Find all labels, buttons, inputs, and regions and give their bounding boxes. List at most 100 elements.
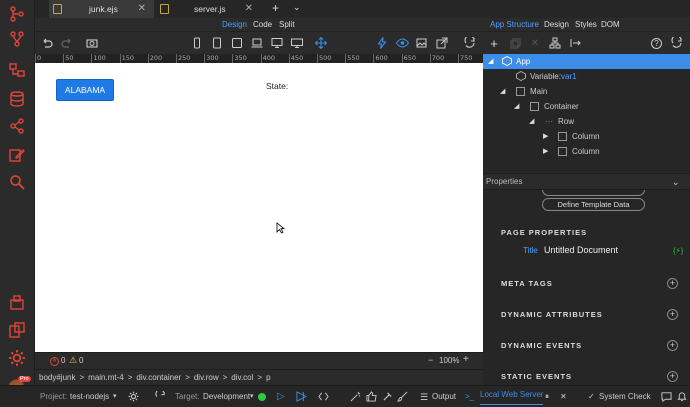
lightning-icon[interactable] <box>375 36 389 50</box>
git-icon[interactable] <box>7 29 27 49</box>
collapse-icon[interactable]: ◢ <box>488 54 493 69</box>
publish-icon[interactable] <box>155 386 166 402</box>
tab-junk-ejs[interactable]: junk.ejs ✕ <box>49 0 154 18</box>
run-icon[interactable]: ▷ <box>277 386 285 407</box>
breadcrumb-item-col[interactable]: div.col <box>231 373 253 382</box>
output-menu-icon[interactable]: ☰ <box>420 386 428 407</box>
preview-eye-icon[interactable] <box>395 36 409 50</box>
dynamic-events-heading[interactable]: DYNAMIC EVENTS <box>501 341 582 350</box>
expand-icon[interactable]: ▶ <box>543 144 548 159</box>
settings-icon[interactable] <box>7 348 27 368</box>
collapse-icon[interactable]: ◢ <box>529 114 534 129</box>
database-icon[interactable] <box>7 89 27 109</box>
code-mode-button[interactable]: Code <box>253 18 272 31</box>
static-events-heading[interactable]: STATIC EVENTS <box>501 372 572 381</box>
redo-icon[interactable] <box>60 36 74 50</box>
notifications-icon[interactable] <box>661 386 672 402</box>
refresh-icon[interactable] <box>463 36 477 50</box>
terminal-icon[interactable]: >_ <box>465 386 474 407</box>
tab-menu-chevron-icon[interactable]: ⌄ <box>293 2 301 13</box>
project-dropdown-icon[interactable]: ▾ <box>113 386 117 407</box>
tablet-icon[interactable] <box>230 36 244 50</box>
design-canvas[interactable]: ALABAMA State: <box>35 63 483 352</box>
desktop-icon[interactable] <box>270 36 284 50</box>
properties-header[interactable]: Properties ⌄ <box>483 173 690 190</box>
project-settings-icon[interactable] <box>128 386 139 402</box>
add-element-icon[interactable]: + <box>487 36 501 51</box>
magic-wand-icon[interactable] <box>350 386 361 402</box>
zoom-level[interactable]: 100% <box>439 356 459 365</box>
local-web-server-button[interactable]: Local Web Server <box>480 386 544 405</box>
breadcrumb-item-container[interactable]: div.container <box>136 373 181 382</box>
collapsed-button[interactable] <box>542 190 645 196</box>
tree-node-app[interactable]: ◢ App <box>483 54 690 69</box>
design-mode-button[interactable]: Design <box>222 18 247 31</box>
share-icon[interactable] <box>7 116 27 136</box>
close-icon[interactable]: ✕ <box>138 3 146 14</box>
output-button[interactable]: Output <box>432 386 456 407</box>
chevron-down-icon[interactable]: ⌄ <box>672 174 680 190</box>
undo-icon[interactable] <box>40 36 54 50</box>
pause-icon[interactable]: ⏸ <box>545 386 549 407</box>
expand-icon[interactable]: ▶ <box>543 129 548 144</box>
add-meta-tag-icon[interactable]: + <box>667 278 678 289</box>
add-tab-button[interactable]: + <box>272 1 279 15</box>
zoom-out-button[interactable]: − <box>428 355 433 365</box>
plugins-icon[interactable] <box>7 320 27 340</box>
styles-tab[interactable]: Styles <box>575 18 597 31</box>
hammer-icon[interactable] <box>382 386 393 402</box>
design-panel-tab[interactable]: Design <box>544 18 569 31</box>
error-icon[interactable]: ✕ <box>50 357 59 366</box>
camera-icon[interactable] <box>85 36 99 50</box>
image-edit-icon[interactable] <box>415 36 429 50</box>
library-icon[interactable] <box>7 292 27 312</box>
breadcrumb-item-body[interactable]: body#junk <box>39 373 75 382</box>
alabama-button[interactable]: ALABAMA <box>56 79 114 101</box>
dynamic-attributes-heading[interactable]: DYNAMIC ATTRIBUTES <box>501 310 603 319</box>
tree-node-variable[interactable]: Variable: var1 <box>483 69 690 84</box>
collapse-icon[interactable]: ◢ <box>514 99 519 114</box>
app-structure-tab[interactable]: App Structure <box>490 18 539 31</box>
meta-tags-heading[interactable]: META TAGS <box>501 279 553 288</box>
tree-node-container[interactable]: ◢ Container <box>483 99 690 114</box>
tab-server-js[interactable]: server.js ✕ <box>156 0 261 18</box>
close-icon[interactable]: ✕ <box>245 3 253 14</box>
debug-icon[interactable] <box>296 386 307 402</box>
search-icon[interactable] <box>7 172 27 192</box>
duplicate-icon[interactable] <box>508 36 522 50</box>
laptop-icon[interactable] <box>250 36 264 50</box>
zoom-in-button[interactable]: + <box>463 354 469 365</box>
move-icon[interactable] <box>314 36 328 50</box>
title-input[interactable]: Untitled Document <box>544 245 618 255</box>
edit-icon[interactable] <box>7 145 27 165</box>
add-dynamic-attribute-icon[interactable]: + <box>667 309 678 320</box>
brush-icon[interactable] <box>397 386 408 402</box>
bell-icon[interactable] <box>677 386 687 402</box>
add-static-event-icon[interactable]: + <box>667 371 678 382</box>
warning-icon[interactable]: ⚠ <box>69 355 77 366</box>
delete-icon[interactable]: ✕ <box>528 36 542 50</box>
tree-node-main[interactable]: ◢ Main <box>483 84 690 99</box>
structure-icon[interactable] <box>548 36 562 50</box>
code-icon[interactable] <box>318 386 329 402</box>
tree-node-column[interactable]: ▶ Column <box>483 129 690 144</box>
breadcrumb-item-main[interactable]: main.mt-4 <box>88 373 124 382</box>
target-select[interactable]: Development <box>203 386 250 407</box>
file-tree-icon[interactable] <box>7 4 27 24</box>
check-icon[interactable]: ✓ <box>588 386 595 407</box>
define-template-data-button[interactable]: Define Template Data <box>542 198 645 211</box>
workflow-icon[interactable] <box>7 60 27 80</box>
help-icon[interactable]: ? <box>651 38 662 49</box>
project-select[interactable]: test-nodejs <box>70 386 109 407</box>
system-check-button[interactable]: System Check <box>599 386 651 407</box>
breadcrumb-item-p[interactable]: p <box>266 373 270 382</box>
mobile-portrait-icon[interactable] <box>190 36 204 50</box>
refresh-panel-icon[interactable] <box>670 36 684 50</box>
thumbs-up-icon[interactable] <box>366 386 377 402</box>
tree-node-row[interactable]: ◢ ··· Row <box>483 114 690 129</box>
tree-node-column[interactable]: ▶ Column <box>483 144 690 159</box>
add-dynamic-event-icon[interactable]: + <box>667 340 678 351</box>
target-dropdown-icon[interactable]: ▾ <box>250 386 254 407</box>
mobile-landscape-icon[interactable] <box>210 36 224 50</box>
collapse-icon[interactable]: ◢ <box>500 84 505 99</box>
